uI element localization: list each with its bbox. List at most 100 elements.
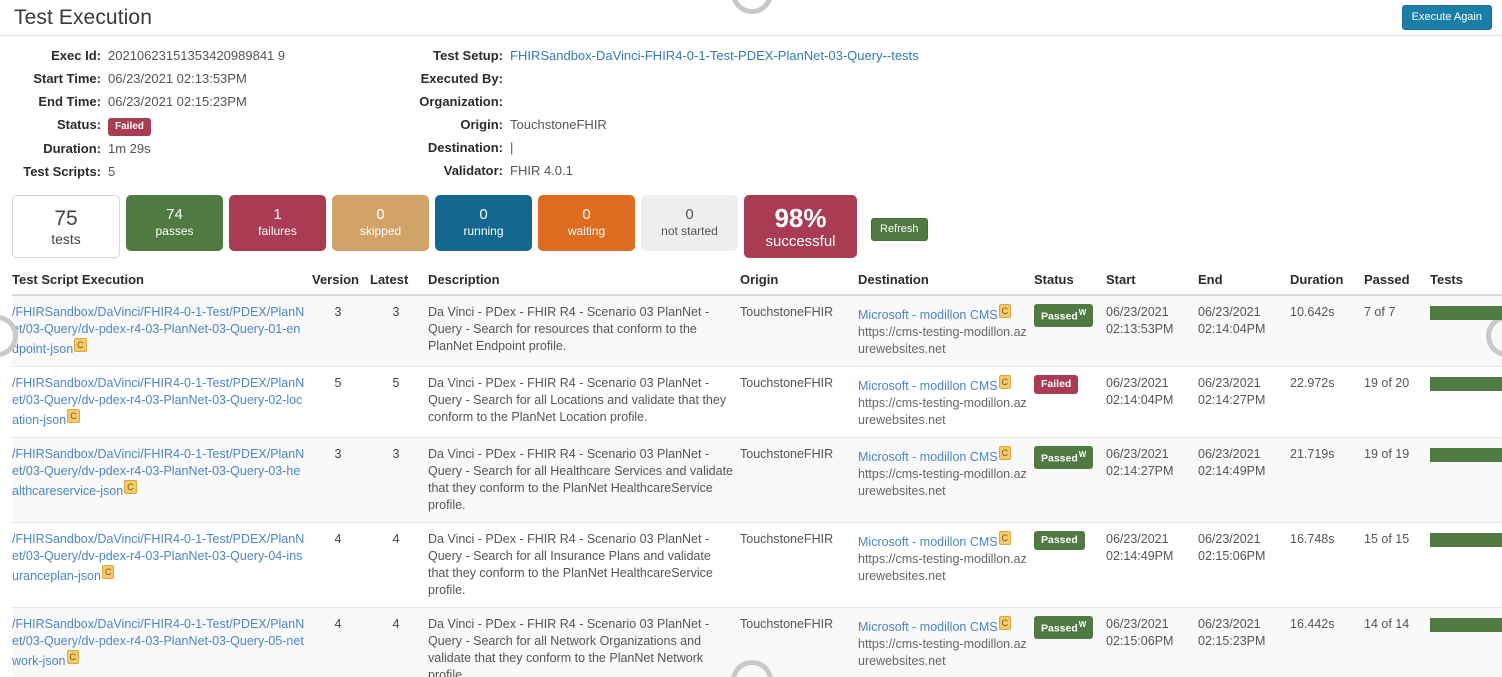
status-warning-marker: W [1079, 450, 1087, 459]
stat-waiting-label: waiting [568, 223, 605, 240]
destination-compare-badge-icon[interactable]: C [999, 531, 1012, 545]
column-header-passed[interactable]: Passed [1364, 268, 1430, 295]
destination-url: https://cms-testing-modillon.azurewebsit… [858, 395, 1028, 429]
stat-skipped-label: skipped [360, 223, 401, 240]
script-compare-badge-icon[interactable]: C [67, 650, 80, 664]
column-header-script[interactable]: Test Script Execution [12, 268, 312, 295]
cell-version: 3 [312, 438, 370, 523]
test-execution-page: Test Execution Execute Again Exec Id:202… [0, 0, 1502, 677]
stat-passes-label: passes [155, 223, 193, 240]
column-header-status[interactable]: Status [1034, 268, 1106, 295]
cell-status: Passed [1034, 523, 1106, 608]
stat-box-not-started[interactable]: 0not started [641, 195, 738, 251]
script-compare-badge-icon[interactable]: C [102, 565, 115, 579]
cell-latest: 4 [370, 608, 428, 677]
tests-progress-bar [1430, 448, 1502, 462]
execute-again-button[interactable]: Execute Again [1402, 5, 1492, 30]
summary-label: Test Setup: [400, 46, 510, 66]
cell-version: 5 [312, 367, 370, 438]
stat-box-failures[interactable]: 1failures [229, 195, 326, 251]
destination-url: https://cms-testing-modillon.azurewebsit… [858, 636, 1028, 670]
status-badge-label: Passed [1041, 623, 1078, 635]
column-header-start[interactable]: Start [1106, 268, 1198, 295]
cell-end: 06/23/2021 02:14:04PM [1198, 295, 1290, 367]
column-header-latest[interactable]: Latest [370, 268, 428, 295]
destination-link[interactable]: Microsoft - modillon CMS [858, 308, 998, 322]
status-badge[interactable]: PassedW [1034, 446, 1093, 469]
status-warning-marker: W [1079, 620, 1087, 629]
tests-progress-bar [1430, 533, 1502, 547]
status-badge[interactable]: PassedW [1034, 304, 1093, 327]
cell-passed: 7 of 7 [1364, 295, 1430, 367]
status-badge[interactable]: Failed [1034, 375, 1078, 394]
test-script-link[interactable]: /FHIRSandbox/DaVinci/FHIR4-0-1-Test/PDEX… [12, 376, 304, 427]
cell-destination: Microsoft - modillon CMSChttps://cms-tes… [858, 367, 1034, 438]
script-compare-badge-icon[interactable]: C [67, 409, 80, 423]
test-script-link[interactable]: /FHIRSandbox/DaVinci/FHIR4-0-1-Test/PDEX… [12, 532, 304, 583]
refresh-button[interactable]: Refresh [871, 218, 928, 241]
destination-link[interactable]: Microsoft - modillon CMS [858, 379, 998, 393]
test-script-link[interactable]: /FHIRSandbox/DaVinci/FHIR4-0-1-Test/PDEX… [12, 305, 304, 356]
stat-box-total[interactable]: 75tests [12, 195, 120, 258]
table-row[interactable]: /FHIRSandbox/DaVinci/FHIR4-0-1-Test/PDEX… [12, 367, 1502, 438]
destination-link[interactable]: Microsoft - modillon CMS [858, 535, 998, 549]
stat-box-waiting[interactable]: 0waiting [538, 195, 635, 251]
page-header: Test Execution Execute Again [0, 0, 1502, 36]
cell-script: /FHIRSandbox/DaVinci/FHIR4-0-1-Test/PDEX… [12, 438, 312, 523]
table-row[interactable]: /FHIRSandbox/DaVinci/FHIR4-0-1-Test/PDEX… [12, 295, 1502, 367]
cell-destination: Microsoft - modillon CMSChttps://cms-tes… [858, 295, 1034, 367]
cell-end: 06/23/2021 02:15:23PM [1198, 608, 1290, 677]
stat-not-started-value: 0 [685, 206, 693, 223]
stat-box-passes[interactable]: 74passes [126, 195, 223, 251]
cell-duration: 16.442s [1290, 608, 1364, 677]
summary-row: Origin:TouchstoneFHIR [400, 115, 1100, 135]
summary-right-column: Test Setup:FHIRSandbox-DaVinci-FHIR4-0-1… [400, 46, 1100, 185]
summary-value: TouchstoneFHIR [510, 115, 607, 135]
destination-compare-badge-icon[interactable]: C [999, 375, 1012, 389]
execution-summary: Exec Id:20210623151353420989841 9Start T… [0, 36, 1502, 191]
cell-origin: TouchstoneFHIR [740, 367, 858, 438]
summary-label: Test Scripts: [0, 162, 108, 182]
cell-tests [1430, 367, 1502, 438]
table-row[interactable]: /FHIRSandbox/DaVinci/FHIR4-0-1-Test/PDEX… [12, 438, 1502, 523]
cell-description: Da Vinci - PDex - FHIR R4 - Scenario 03 … [428, 367, 740, 438]
cell-version: 3 [312, 295, 370, 367]
destination-url: https://cms-testing-modillon.azurewebsit… [858, 466, 1028, 500]
script-compare-badge-icon[interactable]: C [74, 338, 87, 352]
status-badge[interactable]: PassedW [1034, 616, 1093, 639]
cell-version: 4 [312, 608, 370, 677]
stat-box-skipped[interactable]: 0skipped [332, 195, 429, 251]
column-header-end[interactable]: End [1198, 268, 1290, 295]
cell-description: Da Vinci - PDex - FHIR R4 - Scenario 03 … [428, 295, 740, 367]
summary-value: 5 [108, 162, 115, 182]
destination-link[interactable]: Microsoft - modillon CMS [858, 450, 998, 464]
test-setup-link[interactable]: FHIRSandbox-DaVinci-FHIR4-0-1-Test-PDEX-… [510, 46, 919, 66]
cell-tests [1430, 523, 1502, 608]
stat-box-percent[interactable]: 98%successful [744, 195, 857, 258]
cell-script: /FHIRSandbox/DaVinci/FHIR4-0-1-Test/PDEX… [12, 295, 312, 367]
test-script-link[interactable]: /FHIRSandbox/DaVinci/FHIR4-0-1-Test/PDEX… [12, 447, 304, 498]
cell-tests [1430, 295, 1502, 367]
table-row[interactable]: /FHIRSandbox/DaVinci/FHIR4-0-1-Test/PDEX… [12, 523, 1502, 608]
column-header-origin[interactable]: Origin [740, 268, 858, 295]
column-header-description[interactable]: Description [428, 268, 740, 295]
stat-box-running[interactable]: 0running [435, 195, 532, 251]
destination-link[interactable]: Microsoft - modillon CMS [858, 620, 998, 634]
column-header-duration[interactable]: Duration [1290, 268, 1364, 295]
destination-compare-badge-icon[interactable]: C [999, 616, 1012, 630]
script-compare-badge-icon[interactable]: C [124, 480, 137, 494]
cell-duration: 21.719s [1290, 438, 1364, 523]
status-badge[interactable]: Passed [1034, 531, 1085, 550]
summary-value: FHIR 4.0.1 [510, 161, 573, 181]
stat-waiting-value: 0 [582, 206, 590, 223]
summary-row: End Time:06/23/2021 02:15:23PM [0, 92, 400, 112]
cell-end: 06/23/2021 02:14:49PM [1198, 438, 1290, 523]
destination-compare-badge-icon[interactable]: C [999, 446, 1012, 460]
destination-compare-badge-icon[interactable]: C [999, 304, 1012, 318]
test-script-link[interactable]: /FHIRSandbox/DaVinci/FHIR4-0-1-Test/PDEX… [12, 617, 304, 668]
column-header-version[interactable]: Version [312, 268, 370, 295]
summary-row: Validator:FHIR 4.0.1 [400, 161, 1100, 181]
column-header-destination[interactable]: Destination [858, 268, 1034, 295]
table-row[interactable]: /FHIRSandbox/DaVinci/FHIR4-0-1-Test/PDEX… [12, 608, 1502, 677]
column-header-tests[interactable]: Tests [1430, 268, 1502, 295]
